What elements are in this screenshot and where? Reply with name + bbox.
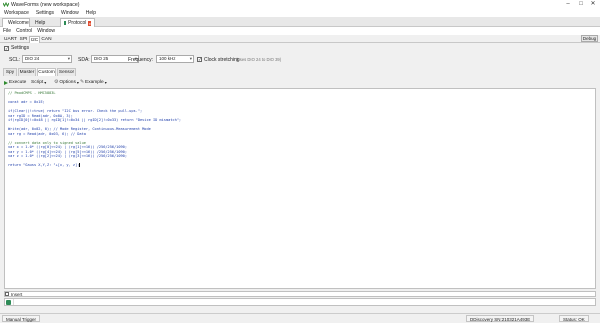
execute-label: Execute xyxy=(9,80,27,85)
tab-protocol[interactable]: Protocol x xyxy=(60,18,95,27)
i2c-config-row: SCL: DIO 24 ▾ SDA: DIO 25 ▾ Frequency: 1… xyxy=(0,53,600,66)
output-panel-header: Insert xyxy=(4,291,596,297)
settings-toggle[interactable]: ✓ Settings xyxy=(4,44,29,52)
example-button[interactable]: ✎ Example ▾ xyxy=(80,78,107,87)
waveforms-logo-icon xyxy=(3,2,9,7)
manual-trigger-button[interactable]: Manual Trigger xyxy=(2,315,41,322)
chevron-down-icon: ▾ xyxy=(67,56,70,61)
clock-stretching-hint: (uses DIO 24 to DIO 39) xyxy=(236,57,282,62)
chevron-down-icon: ▾ xyxy=(44,80,47,85)
tab-protocol-label: Protocol xyxy=(68,20,87,26)
text-cursor xyxy=(79,163,80,167)
menu-help[interactable]: Help xyxy=(86,10,96,16)
app-tab-bar: Welcome Help Protocol x xyxy=(0,17,600,27)
title-bar: WaveForms (new workspace) – □ ✕ xyxy=(0,0,600,9)
tab-can[interactable]: CAN xyxy=(41,36,52,43)
tab-spy[interactable]: Spy xyxy=(3,68,17,76)
scl-select[interactable]: DIO 24 ▾ xyxy=(22,55,72,63)
tab-master[interactable]: Master xyxy=(18,68,36,76)
options-button[interactable]: ⚙ Options ▾ xyxy=(54,78,79,87)
tab-help-label: Help xyxy=(35,19,46,26)
command-row xyxy=(4,298,596,306)
protocol-type-tabs: UART SPI I2C CAN Debug xyxy=(0,35,600,43)
options-label: Options xyxy=(59,80,76,85)
minimize-button[interactable]: – xyxy=(562,0,574,9)
script-label: Script xyxy=(31,80,44,85)
clock-stretching-label: Clock stretching xyxy=(204,56,240,63)
chevron-down-icon: ▾ xyxy=(189,56,192,61)
command-input[interactable] xyxy=(13,299,595,305)
debug-button[interactable]: Debug xyxy=(581,35,598,42)
frequency-value: 100 kHz xyxy=(159,56,176,61)
example-label: Example xyxy=(85,80,104,85)
status-bar: Manual Trigger DDiscovery SN:210321A493E… xyxy=(0,313,600,323)
execute-button[interactable]: Execute xyxy=(4,78,26,87)
scl-value: DIO 24 xyxy=(25,56,40,61)
play-icon xyxy=(4,80,8,85)
protocol-menu-bar: File Control Window xyxy=(0,27,600,35)
tab-uart[interactable]: UART xyxy=(4,36,17,43)
menu-file[interactable]: File xyxy=(3,28,11,34)
chevron-down-icon: ▾ xyxy=(104,80,107,85)
settings-checkbox[interactable]: ✓ xyxy=(4,45,9,51)
menu-settings[interactable]: Settings xyxy=(36,10,54,16)
tab-sensor[interactable]: Sensor xyxy=(57,68,76,76)
device-status[interactable]: DDiscovery SN:210321A493E xyxy=(466,315,535,322)
close-tab-icon[interactable]: x xyxy=(88,20,91,26)
menu-workspace[interactable]: Workspace xyxy=(4,10,29,16)
code-line: return "Gauss X,Y,Z: "+[x, y, z]; xyxy=(8,163,80,167)
tab-welcome-label: Welcome xyxy=(8,20,29,26)
output-label: Insert xyxy=(11,292,23,297)
maximize-button[interactable]: □ xyxy=(575,0,587,9)
tab-i2c[interactable]: I2C xyxy=(29,36,40,43)
send-icon[interactable] xyxy=(6,300,11,305)
menu-protocol-window[interactable]: Window xyxy=(37,28,55,34)
status-ok-indicator: Status: OK xyxy=(559,315,589,322)
tab-spi[interactable]: SPI xyxy=(19,36,28,43)
protocol-icon xyxy=(64,21,67,25)
tab-custom[interactable]: Custom xyxy=(37,68,56,76)
script-editor[interactable]: // PmodCMPS - HMC5883L const adr = 0x1E;… xyxy=(4,88,596,289)
chevron-down-icon: ▾ xyxy=(76,80,79,85)
gear-icon: ⚙ xyxy=(54,80,59,85)
scl-label: SCL: xyxy=(9,56,21,63)
script-dropdown[interactable]: Script ▾ xyxy=(31,78,46,87)
tab-welcome[interactable]: Welcome xyxy=(2,18,30,27)
main-menu-bar: Workspace Settings Window Help xyxy=(0,9,600,17)
sda-label: SDA: xyxy=(78,56,90,63)
settings-label: Settings xyxy=(11,45,30,51)
menu-control[interactable]: Control xyxy=(16,28,32,34)
output-checkbox[interactable] xyxy=(5,292,9,296)
clock-stretching-checkbox[interactable]: ✓ xyxy=(197,57,202,62)
window-title: WaveForms (new workspace) xyxy=(11,1,80,8)
frequency-label: Frequency: xyxy=(128,56,154,63)
tab-help[interactable]: Help xyxy=(32,18,54,27)
frequency-select[interactable]: 100 kHz ▾ xyxy=(156,55,194,63)
sda-value: DIO 25 xyxy=(94,56,109,61)
pencil-icon: ✎ xyxy=(80,80,85,85)
menu-window[interactable]: Window xyxy=(61,10,79,16)
close-window-button[interactable]: ✕ xyxy=(587,0,599,9)
